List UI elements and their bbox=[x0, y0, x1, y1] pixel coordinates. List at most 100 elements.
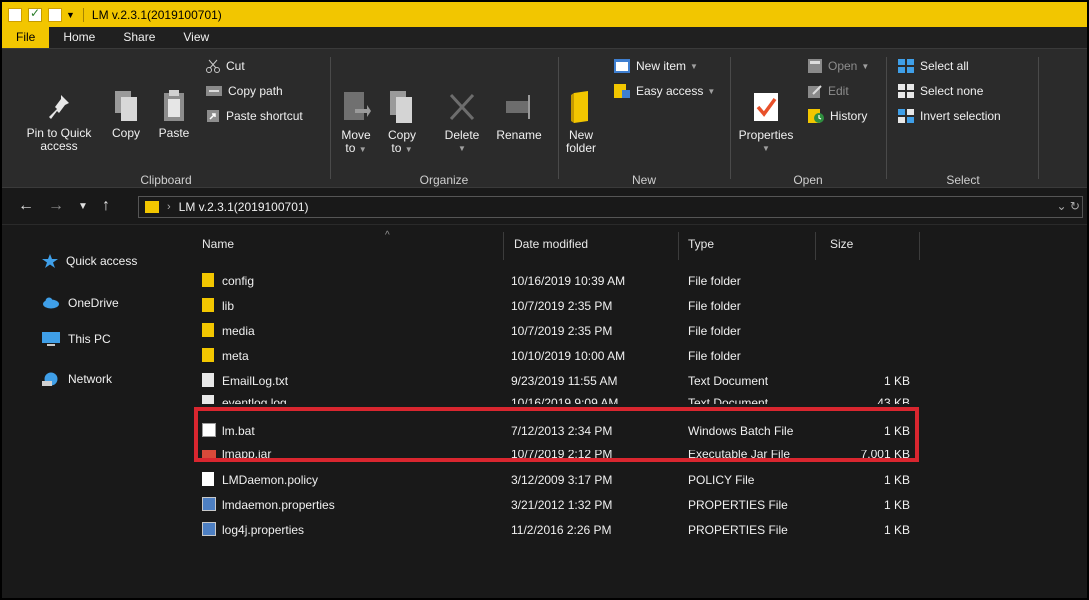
properties-icon bbox=[754, 93, 778, 121]
column-header-name[interactable]: Name bbox=[202, 226, 502, 262]
copy-button[interactable]: Copy bbox=[106, 89, 146, 140]
navigation-pane: Quick access OneDrive This PC Network bbox=[2, 226, 186, 598]
file-name: meta bbox=[222, 349, 249, 363]
ribbon: Pin to Quick access Copy Paste Cut Copy … bbox=[2, 48, 1087, 188]
pin-icon bbox=[49, 95, 69, 119]
tab-share[interactable]: Share bbox=[109, 27, 169, 48]
file-row[interactable]: lmdaemon.properties 3/21/2012 1:32 PM PR… bbox=[190, 492, 1087, 517]
ribbon-separator bbox=[1038, 57, 1039, 179]
back-arrow-icon[interactable]: ← bbox=[18, 197, 34, 215]
forward-arrow-icon[interactable]: → bbox=[48, 197, 64, 215]
window-title: LM v.2.3.1(2019100701) bbox=[91, 7, 222, 22]
new-group-label: New bbox=[631, 173, 656, 187]
folder-icon bbox=[145, 201, 159, 213]
properties-quick-icon[interactable] bbox=[28, 6, 42, 22]
new-folder-quick-icon[interactable] bbox=[48, 7, 62, 22]
file-date: 10/7/2019 2:35 PM bbox=[511, 299, 613, 313]
tab-home[interactable]: Home bbox=[49, 27, 109, 48]
select-none-icon bbox=[898, 84, 914, 98]
file-date: 9/23/2019 11:55 AM bbox=[511, 374, 618, 388]
delete-button[interactable]: Delete ▼ bbox=[440, 89, 484, 155]
recent-locations-chevron-icon[interactable]: ▼ bbox=[78, 201, 88, 212]
organize-group: Move to ▼ Copy to ▼ Delete ▼ Rename Orga… bbox=[332, 49, 556, 189]
column-separator[interactable] bbox=[678, 232, 679, 260]
cut-button[interactable]: Cut bbox=[206, 59, 245, 73]
properties-file-icon bbox=[202, 497, 216, 511]
open-button[interactable]: Open ▼ bbox=[808, 59, 869, 73]
tab-view[interactable]: View bbox=[169, 27, 223, 48]
file-row[interactable]: config 10/16/2019 10:39 AM File folder bbox=[190, 268, 1087, 293]
paste-icon bbox=[164, 90, 184, 121]
invert-selection-label: Invert selection bbox=[920, 109, 1001, 123]
folder-icon bbox=[8, 7, 22, 22]
paste-shortcut-button[interactable]: Paste shortcut bbox=[206, 109, 303, 123]
new-folder-button[interactable]: New folder bbox=[560, 89, 602, 155]
open-label: Open bbox=[828, 59, 858, 73]
nav-item-this-pc[interactable]: This PC bbox=[2, 332, 186, 346]
easy-access-button[interactable]: Easy access ▼ bbox=[614, 84, 715, 98]
customize-quick-access-icon[interactable]: ▼ bbox=[66, 10, 75, 20]
file-row[interactable]: LMDaemon.policy 3/12/2009 3:17 PM POLICY… bbox=[190, 467, 1087, 492]
invert-selection-button[interactable]: Invert selection bbox=[898, 109, 1001, 123]
file-row[interactable]: log4j.properties 11/2/2016 2:26 PM PROPE… bbox=[190, 517, 1087, 542]
nav-item-label: This PC bbox=[68, 332, 111, 346]
copy-path-icon bbox=[206, 86, 222, 96]
copy-path-button[interactable]: Copy path bbox=[206, 84, 283, 98]
clipboard-group-label: Clipboard bbox=[140, 173, 192, 187]
column-separator[interactable] bbox=[919, 232, 920, 260]
address-input[interactable]: › LM v.2.3.1(2019100701) ⌄ ↻ bbox=[138, 196, 1083, 218]
highlight-annotation bbox=[194, 407, 919, 462]
file-type: File folder bbox=[688, 324, 741, 338]
text-document-icon bbox=[202, 373, 214, 387]
file-row[interactable]: media 10/7/2019 2:35 PM File folder bbox=[190, 318, 1087, 343]
nav-item-quick-access[interactable]: Quick access bbox=[2, 254, 186, 268]
file-row[interactable]: meta 10/10/2019 10:00 AM File folder bbox=[190, 343, 1087, 368]
folder-icon bbox=[202, 298, 214, 312]
rename-button[interactable]: Rename bbox=[490, 89, 548, 142]
paste-button[interactable]: Paste bbox=[154, 89, 194, 140]
select-all-button[interactable]: Select all bbox=[898, 59, 969, 73]
chevron-down-icon: ▼ bbox=[690, 61, 698, 71]
open-icon bbox=[808, 59, 822, 73]
file-size: 1 KB bbox=[883, 473, 910, 487]
ribbon-separator bbox=[886, 57, 887, 179]
up-arrow-icon[interactable]: ↑ bbox=[102, 197, 110, 215]
file-type: POLICY File bbox=[688, 473, 755, 487]
file-name: LMDaemon.policy bbox=[222, 473, 319, 487]
breadcrumb-current[interactable]: LM v.2.3.1(2019100701) bbox=[179, 200, 309, 214]
column-header-type[interactable]: Type bbox=[688, 226, 808, 262]
address-bar-row: ← → ▼ ↑ › LM v.2.3.1(2019100701) ⌄ ↻ bbox=[2, 189, 1087, 225]
paste-shortcut-icon bbox=[207, 110, 219, 122]
ribbon-separator bbox=[330, 57, 331, 179]
select-group-label: Select bbox=[946, 173, 980, 187]
copy-to-label-text: to bbox=[391, 141, 402, 155]
copy-to-button[interactable]: Copy to ▼ bbox=[382, 89, 422, 156]
column-header-size[interactable]: Size bbox=[830, 226, 910, 262]
new-item-button[interactable]: New item ▼ bbox=[614, 59, 698, 73]
file-row[interactable]: lib 10/7/2019 2:35 PM File folder bbox=[190, 293, 1087, 318]
refresh-icon[interactable]: ⌄ ↻ bbox=[1057, 199, 1080, 213]
file-type: PROPERTIES File bbox=[688, 523, 788, 537]
tab-file[interactable]: File bbox=[2, 27, 50, 48]
nav-item-network[interactable]: Network bbox=[2, 372, 186, 386]
column-header-date[interactable]: Date modified bbox=[514, 226, 674, 262]
history-button[interactable]: History bbox=[808, 109, 867, 123]
column-separator[interactable] bbox=[503, 232, 504, 260]
move-to-button[interactable]: Move to ▼ bbox=[336, 89, 376, 156]
file-date: 3/21/2012 1:32 PM bbox=[511, 498, 613, 512]
breadcrumb-chevron-icon[interactable]: › bbox=[167, 201, 171, 213]
column-separator[interactable] bbox=[815, 232, 816, 260]
copy-to-label-line2: to ▼ bbox=[391, 142, 412, 156]
ribbon-tabs: File Home Share View bbox=[2, 27, 1087, 48]
properties-button[interactable]: Properties ▼ bbox=[734, 89, 798, 155]
pin-to-quick-access-button[interactable]: Pin to Quick access bbox=[16, 93, 102, 153]
file-name: lmdaemon.properties bbox=[222, 498, 335, 512]
new-folder-label-line2: folder bbox=[565, 141, 597, 155]
invert-selection-icon bbox=[898, 109, 914, 123]
edit-button[interactable]: Edit bbox=[808, 84, 849, 98]
nav-item-onedrive[interactable]: OneDrive bbox=[2, 296, 186, 310]
clipboard-group: Pin to Quick access Copy Paste Cut Copy … bbox=[2, 49, 330, 189]
select-none-button[interactable]: Select none bbox=[898, 84, 983, 98]
file-row[interactable]: eventlog.log 10/16/2019 9:09 AM Text Doc… bbox=[190, 390, 1087, 404]
file-date: 3/12/2009 3:17 PM bbox=[511, 473, 613, 487]
